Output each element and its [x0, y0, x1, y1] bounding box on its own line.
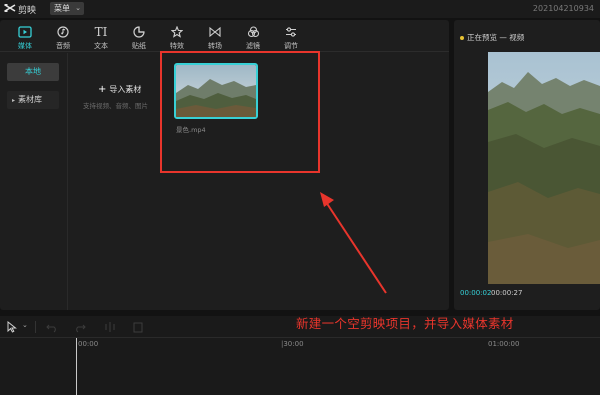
tab-audio[interactable]: 音频	[44, 20, 82, 52]
import-hint: 支持视频、音频、图片	[83, 102, 148, 110]
status-dot-icon	[460, 36, 464, 40]
preview-panel: 正在预览 — 视频 00:00:02 00:00:27	[454, 20, 600, 310]
tab-label: 音频	[56, 42, 70, 50]
tab-label: 文本	[94, 42, 108, 50]
media-icon	[6, 23, 44, 41]
total-time: 00:00:27	[491, 289, 523, 297]
media-sidebar: 本地 ▸ 素材库	[0, 53, 68, 310]
tab-label: 媒体	[18, 42, 32, 50]
timeline-ruler[interactable]: 00:00 |30:00 01:00:00	[0, 338, 600, 352]
chevron-down-icon: ⌄	[75, 4, 81, 12]
current-time: 00:00:02	[460, 289, 492, 297]
sticker-icon	[120, 23, 158, 41]
cursor-select-icon[interactable]	[6, 321, 18, 333]
import-label: 导入素材	[109, 85, 142, 94]
delete-icon[interactable]	[132, 321, 144, 333]
sidebar-item-local[interactable]: 本地	[7, 63, 59, 81]
tab-text[interactable]: TI 文本	[82, 20, 120, 52]
tab-label: 调节	[284, 42, 298, 50]
undo-icon[interactable]	[46, 321, 58, 333]
effects-icon	[158, 23, 196, 41]
tab-label: 转场	[208, 42, 222, 50]
import-media-button[interactable]: + 导入素材	[98, 84, 141, 95]
redo-icon[interactable]	[74, 321, 86, 333]
tab-filter[interactable]: 滤镜	[234, 20, 272, 52]
adjust-icon	[272, 23, 310, 41]
category-toolbar: 媒体 音频 TI 文本 贴纸 特效 转场 滤镜 调节	[0, 20, 449, 52]
transition-icon	[196, 23, 234, 41]
sidebar-item-library[interactable]: ▸ 素材库	[7, 91, 59, 109]
tab-effects[interactable]: 特效	[158, 20, 196, 52]
title-bar: 剪映 菜单 ⌄ 202104210934	[0, 0, 600, 18]
plus-icon: +	[98, 84, 107, 95]
capcut-window: 剪映 菜单 ⌄ 202104210934 媒体 音频 TI 文本 贴纸 特效 转…	[0, 0, 600, 395]
chevron-down-icon[interactable]: ⌄	[22, 321, 28, 329]
tab-adjust[interactable]: 调节	[272, 20, 310, 52]
split-icon[interactable]	[104, 321, 116, 333]
landscape-video-frame	[488, 52, 600, 284]
text-icon: TI	[94, 25, 108, 39]
ruler-tick-label: 01:00:00	[488, 340, 520, 348]
annotation-caption: 新建一个空剪映项目，并导入媒体素材	[296, 316, 514, 331]
menu-button[interactable]: 菜单 ⌄	[50, 2, 84, 15]
app-name: 剪映	[18, 6, 37, 16]
tab-transition[interactable]: 转场	[196, 20, 234, 52]
annotation-highlight-box	[160, 51, 320, 173]
tab-sticker[interactable]: 贴纸	[120, 20, 158, 52]
ruler-tick-label: 00:00	[78, 340, 99, 348]
caret-right-icon: ▸	[12, 97, 16, 104]
preview-title: 正在预览 — 视频	[460, 32, 524, 43]
audio-icon	[44, 23, 82, 41]
sidebar-item-label: 素材库	[18, 95, 43, 104]
project-name: 202104210934	[532, 4, 594, 13]
toolbar-divider	[35, 321, 36, 333]
timeline-playhead[interactable]	[76, 338, 77, 395]
tab-label: 滤镜	[246, 42, 260, 50]
filter-icon	[234, 23, 272, 41]
menu-label: 菜单	[54, 4, 70, 13]
tab-media[interactable]: 媒体	[6, 20, 44, 52]
capcut-logo-icon	[4, 4, 16, 12]
preview-title-text: 正在预览 — 视频	[467, 33, 525, 42]
preview-video[interactable]	[488, 52, 600, 284]
tab-label: 贴纸	[132, 42, 146, 50]
tab-label: 特效	[170, 42, 184, 50]
ruler-tick-label: |30:00	[281, 340, 304, 348]
